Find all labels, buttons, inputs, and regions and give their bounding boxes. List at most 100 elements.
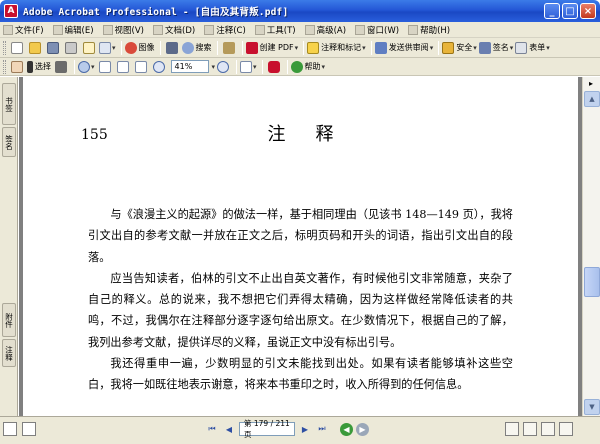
acrobat-app-icon[interactable]: A (4, 4, 18, 18)
page-layout-button[interactable]: ▾ (240, 59, 257, 75)
vertical-scrollbar[interactable]: ▲ ▼ (582, 77, 600, 416)
binoculars-icon (165, 41, 178, 54)
status-bar: ⏮ ◀ 第 179 / 211 页 ▶ ⏭ ◀ ▶ (0, 416, 600, 444)
create-pdf-button[interactable]: 创建 PDF ▾ (245, 40, 298, 56)
help-icon (290, 60, 303, 73)
bookmarks-tab[interactable]: 书签 (2, 83, 16, 125)
search-button[interactable]: 搜索 (181, 40, 212, 56)
comments-tab[interactable]: 注释 (2, 339, 16, 367)
menu-advanced[interactable]: 高级(A) (304, 24, 346, 36)
scroll-up-arrow-icon[interactable]: ▲ (584, 91, 600, 107)
single-page-icon[interactable] (505, 422, 519, 436)
next-view-icon[interactable]: ▶ (356, 422, 369, 436)
scrollbar-thumb[interactable] (584, 267, 600, 297)
menu-bar: 文件(F) 编辑(E) 视图(V) 文档(D) 注释(C) 工具(T) 高级(A… (0, 22, 600, 38)
previous-view-icon[interactable]: ◀ (340, 422, 353, 436)
page-number-field[interactable]: 第 179 / 211 页 (239, 419, 295, 439)
panel-expand-icon[interactable]: ▸ (582, 77, 600, 89)
fit-page-button[interactable] (115, 59, 131, 75)
toolbar-separator (120, 40, 122, 55)
hand-tool-button[interactable] (9, 59, 25, 75)
toolbar-separator (74, 59, 75, 74)
open-button[interactable] (27, 40, 43, 56)
fit-width-icon (134, 60, 147, 73)
previous-page-button[interactable]: ◀ (222, 422, 236, 436)
view-menu-icon (102, 24, 113, 35)
sign-button[interactable]: 签名 ▾ (478, 40, 513, 56)
menu-window[interactable]: 窗口(W) (355, 24, 399, 36)
paragraph: 我还得重申一遍，少数明显的引文未能找到出处。如果有读者能够填补这些空白，我将一如… (88, 357, 513, 392)
forms-button[interactable]: 表单 ▾ (515, 40, 550, 56)
menu-help[interactable]: 帮助(H) (408, 24, 450, 36)
secure-button[interactable]: 安全 ▾ (442, 40, 477, 56)
scroll-down-arrow-icon[interactable]: ▼ (584, 399, 600, 415)
print-button[interactable] (63, 40, 79, 56)
comment-icon (307, 41, 320, 54)
email-button[interactable] (81, 40, 97, 56)
zoom-tool-button[interactable]: ▾ (78, 59, 95, 75)
continuous-icon[interactable] (523, 422, 537, 436)
menu-file[interactable]: 文件(F) (3, 24, 44, 36)
toolbar-grip[interactable] (3, 40, 6, 55)
yahoo-toolbar-button[interactable] (266, 59, 282, 75)
title-bar: A Adobe Acrobat Professional - [自由及其背叛.p… (0, 0, 600, 22)
new-document-icon (11, 41, 23, 54)
minimize-button[interactable]: _ (544, 3, 560, 19)
page-size-icon[interactable] (3, 422, 17, 436)
create-document-button[interactable] (9, 40, 25, 56)
continuous-facing-icon[interactable] (559, 422, 573, 436)
navigation-panel: 书签 签名 附件 注释 (0, 77, 18, 416)
page-body-text: 与《浪漫主义的起源》的做法一样，基于相同理由（见该书 148—149 页），我将… (88, 204, 513, 396)
toolbar-separator (370, 40, 372, 55)
zoom-level-field[interactable]: 41% (170, 60, 209, 73)
page-navigation: ⏮ ◀ 第 179 / 211 页 ▶ ⏭ ◀ ▶ (205, 419, 369, 439)
last-page-button[interactable]: ⏭ (315, 422, 329, 436)
send-for-review-button[interactable]: 发送供审阅 ▾ (374, 40, 433, 56)
fit-width-button[interactable] (133, 59, 149, 75)
comment-markup-button[interactable]: 注释和标记 ▾ (307, 40, 366, 56)
page-layout-icon (240, 60, 253, 73)
zoom-out-button[interactable] (151, 59, 167, 75)
plus-circle-icon (217, 60, 230, 73)
toolbar-grip[interactable] (3, 59, 6, 74)
document-pane[interactable]: 155 注释 与《浪漫主义的起源》的做法一样，基于相同理由（见该书 148—14… (19, 77, 582, 416)
select-tool-button[interactable]: 选择 (27, 59, 51, 75)
layers-icon[interactable] (22, 422, 36, 436)
close-button[interactable]: × (580, 3, 596, 19)
page-display-modes (505, 422, 573, 436)
toolbar-separator (159, 40, 161, 55)
attachments-tab[interactable]: 附件 (2, 303, 16, 337)
file-menu-icon (3, 24, 13, 35)
hand-icon (11, 60, 23, 73)
maximize-button[interactable]: □ (562, 3, 578, 19)
menu-edit[interactable]: 编辑(E) (52, 24, 94, 36)
signatures-tab[interactable]: 签名 (2, 127, 16, 157)
menu-document[interactable]: 文档(D) (153, 24, 195, 36)
fit-page-icon (116, 60, 129, 73)
tools-menu-icon (254, 24, 265, 35)
actual-size-button[interactable] (97, 59, 113, 75)
organize-images-button[interactable]: 图像 (124, 40, 155, 56)
next-page-button[interactable]: ▶ (298, 422, 312, 436)
pen-icon (478, 41, 491, 54)
toolbar-separator (286, 59, 288, 74)
attach-button[interactable]: ▾ (99, 40, 116, 56)
toolbar-separator (216, 40, 218, 55)
snapshot-button[interactable] (53, 59, 69, 75)
advanced-menu-icon (304, 24, 315, 35)
toolbar-separator (236, 59, 238, 74)
facing-icon[interactable] (541, 422, 555, 436)
help-button[interactable]: 帮助 ▾ (290, 59, 325, 75)
create-pdf-icon (245, 41, 258, 54)
binoculars-button[interactable] (164, 40, 180, 56)
toolbar-separator (303, 40, 305, 55)
comments-menu-icon (204, 24, 215, 35)
organizer-button[interactable] (221, 40, 237, 56)
menu-comments[interactable]: 注释(C) (204, 24, 246, 36)
floppy-disk-icon (47, 41, 59, 54)
zoom-in-button[interactable] (215, 59, 231, 75)
menu-tools[interactable]: 工具(T) (254, 24, 296, 36)
first-page-button[interactable]: ⏮ (205, 422, 219, 436)
menu-view[interactable]: 视图(V) (102, 24, 144, 36)
save-button[interactable] (45, 40, 61, 56)
